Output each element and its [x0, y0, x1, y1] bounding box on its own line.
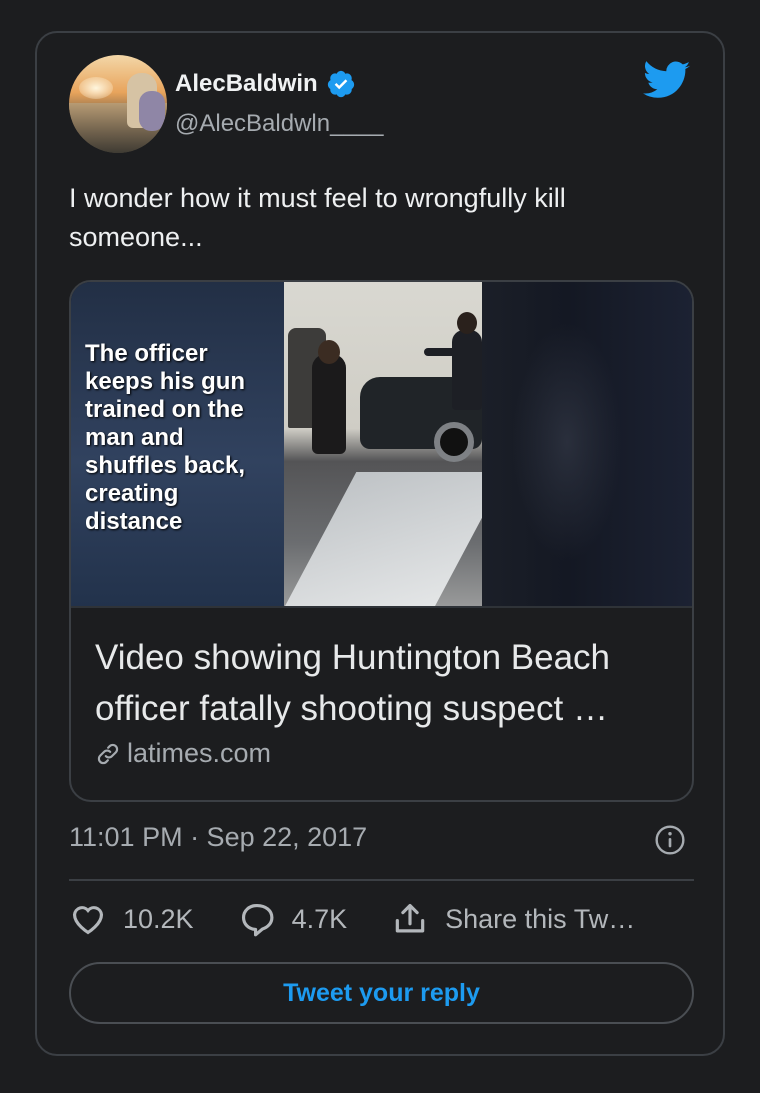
link-preview-card[interactable]: The officer keeps his gun trained on the… [69, 280, 694, 802]
media-right-panel [482, 282, 692, 606]
tweet-reply-button[interactable]: Tweet your reply [69, 962, 694, 1024]
link-icon [97, 743, 119, 764]
author-name[interactable]: AlecBaldwin [175, 70, 318, 98]
heart-icon [72, 906, 104, 935]
scene-head [457, 312, 477, 334]
media-left-panel: The officer keeps his gun trained on the… [71, 282, 284, 606]
twitter-bird-icon[interactable] [643, 61, 691, 101]
link-preview-image[interactable]: The officer keeps his gun trained on the… [71, 282, 692, 608]
share-label: Share this Tw… [445, 903, 636, 934]
scene-suspect [312, 340, 346, 454]
reply-bubble-icon [241, 903, 274, 937]
avatar[interactable] [69, 55, 167, 153]
like-count: 10.2K [123, 903, 194, 934]
avatar-sun [79, 77, 113, 99]
avatar-figure [139, 91, 165, 131]
scene-officer [452, 312, 482, 410]
scene-wheel [434, 422, 474, 462]
reply-count-button[interactable]: 4.7K [238, 900, 348, 938]
tweet-card: AlecBaldwin @AlecBaldwln____ I wonder ho… [35, 31, 725, 1056]
scene-head [318, 340, 340, 364]
author-handle[interactable]: @AlecBaldwln____ [175, 110, 384, 138]
divider [69, 879, 694, 881]
scene-curb [284, 472, 507, 606]
tweet-text: I wonder how it must feel to wrongfully … [69, 183, 566, 252]
tweet-timestamp[interactable]: 11:01 PM · Sep 22, 2017 [69, 822, 367, 853]
info-icon[interactable] [654, 824, 686, 856]
action-bar: 10.2K 4.7K Share this Tw… [69, 899, 679, 939]
share-icon [395, 903, 425, 933]
media-blur [512, 322, 622, 562]
like-button[interactable]: 10.2K [69, 900, 194, 938]
media-video-scene [284, 282, 507, 606]
author-name-row[interactable]: AlecBaldwin [175, 69, 356, 99]
reply-count: 4.7K [291, 903, 348, 934]
link-domain: latimes.com [127, 738, 272, 768]
share-button[interactable]: Share this Tw… [391, 900, 635, 938]
media-overlay-caption: The officer keeps his gun trained on the… [85, 340, 246, 535]
verified-badge-icon [327, 70, 354, 98]
link-domain-row: latimes.com [95, 738, 271, 769]
link-title[interactable]: Video showing Huntington Beach officer f… [95, 632, 675, 734]
